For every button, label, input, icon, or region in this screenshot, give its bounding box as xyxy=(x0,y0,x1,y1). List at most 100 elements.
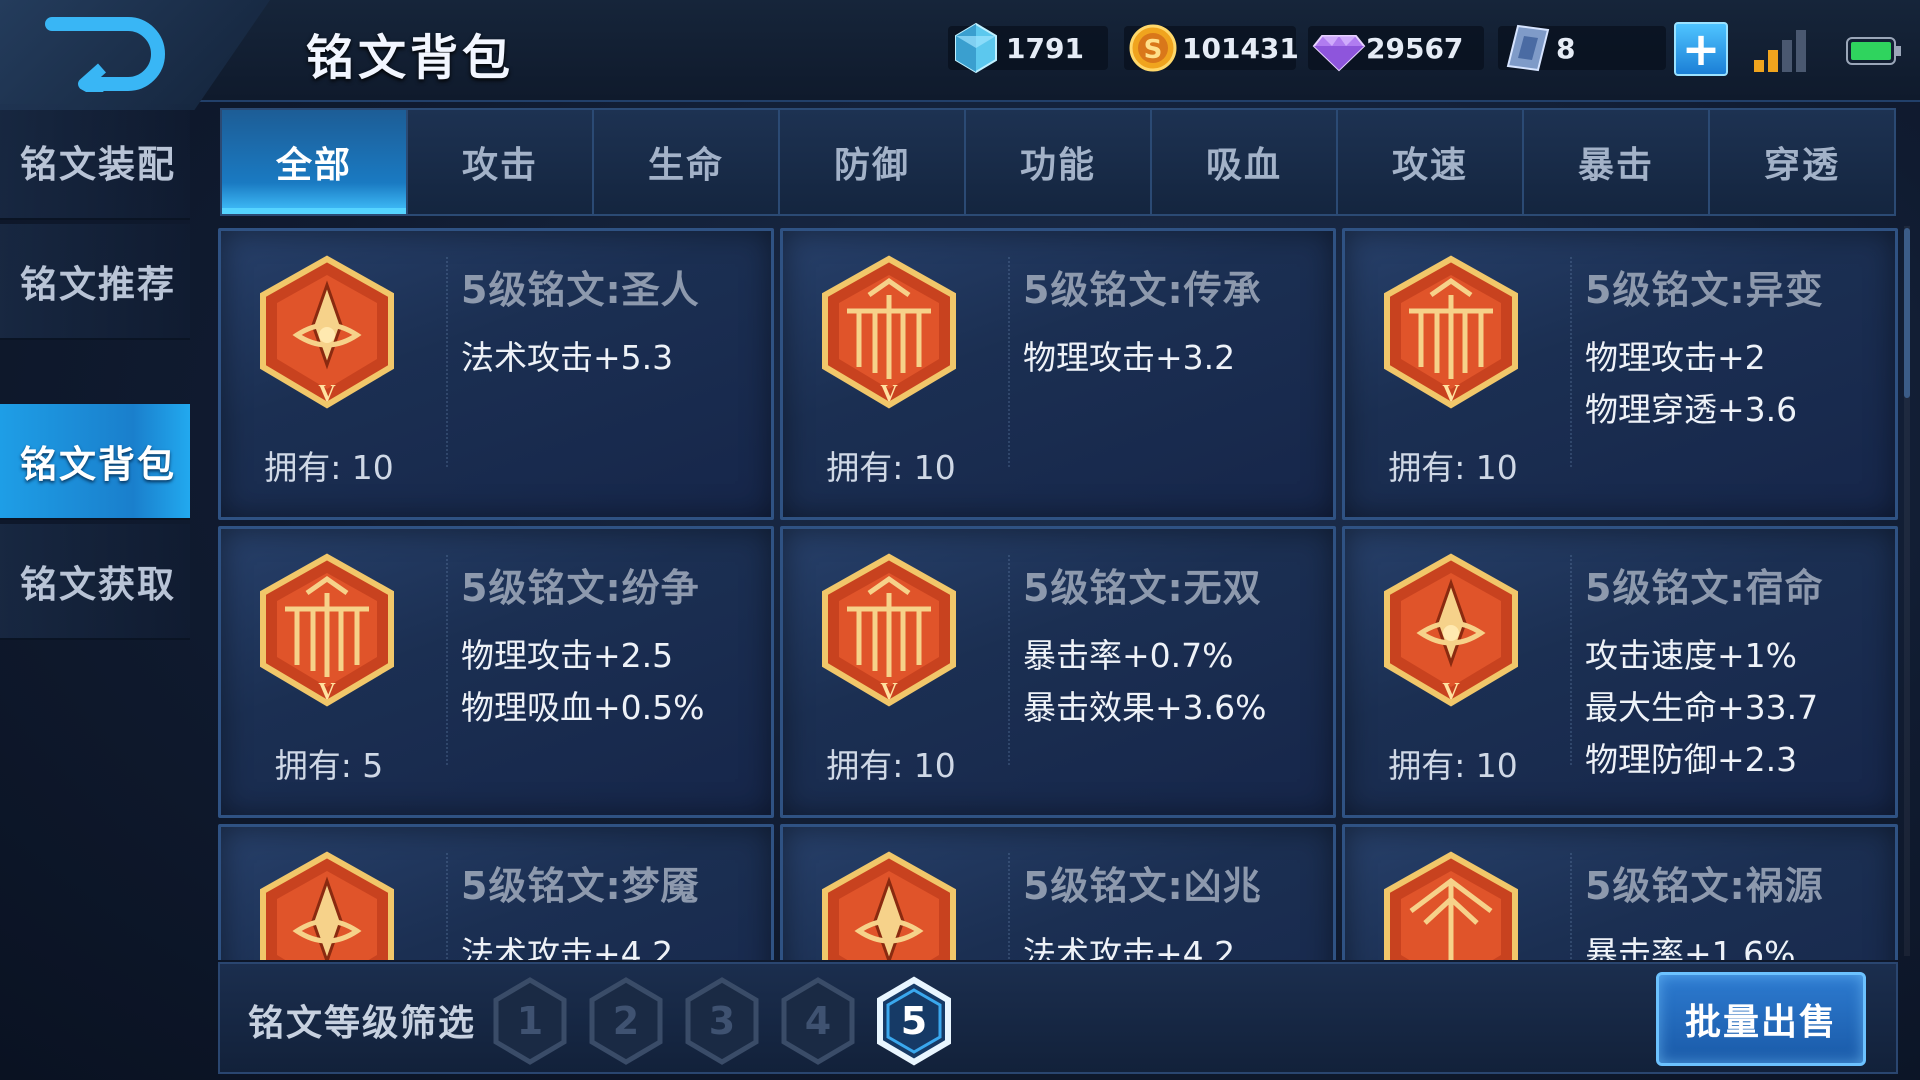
level-label: 5 xyxy=(901,999,927,1043)
svg-text:V: V xyxy=(1442,381,1460,407)
sidebar-item-label: 铭文装配 xyxy=(20,143,176,186)
svg-text:V: V xyxy=(880,679,898,705)
physical-rune-icon: V xyxy=(822,553,956,707)
rune-name: 5级铭文:圣人 xyxy=(461,268,700,312)
currency-gold: S 101431 xyxy=(1124,24,1299,72)
rune-card[interactable]: V 拥有: 10 5级铭文:宿命 攻击速度+1% 最大生命+33.7 物理防御+… xyxy=(1342,526,1898,818)
sidebar-item-rune-bag[interactable]: 铭文背包 xyxy=(0,404,190,520)
rune-name: 5级铭文:梦魇 xyxy=(461,864,700,908)
gold-coin-icon: S xyxy=(1129,24,1177,72)
level-filter-2[interactable]: 2 xyxy=(586,976,666,1066)
rune-card[interactable]: V 拥有: 10 5级铭文:圣人 法术攻击+5.3 xyxy=(218,228,774,520)
page-title: 铭文背包 xyxy=(306,30,515,86)
rune-fragment-count: 8 xyxy=(1556,31,1576,65)
level-label: 3 xyxy=(709,999,735,1043)
gold-count: 101431 xyxy=(1182,31,1299,65)
rune-grid: V 拥有: 10 5级铭文:圣人 法术攻击+5.3 V 拥有: 10 5级铭文:… xyxy=(218,224,1898,960)
sidebar-item-rune-obtain[interactable]: 铭文获取 xyxy=(0,524,190,640)
svg-text:V: V xyxy=(880,381,898,407)
rune-stat: 最大生命+33.7 xyxy=(1585,688,1819,727)
level-filter-5[interactable]: 5 xyxy=(874,976,954,1066)
rune-stat: 法术攻击+4.2 xyxy=(461,934,674,960)
diamond-count: 1791 xyxy=(1006,31,1084,65)
physical-rune-icon: V xyxy=(260,553,394,707)
top-bar: 铭文背包 1791 S 101431 29567 8 + xyxy=(0,0,1920,110)
tab-all[interactable]: 全部 xyxy=(222,110,408,214)
rune-name: 5级铭文:异变 xyxy=(1585,268,1824,312)
add-currency-button[interactable]: + xyxy=(1674,22,1728,76)
crit-rune-icon xyxy=(1384,851,1518,960)
tab-attack[interactable]: 攻击 xyxy=(408,110,594,214)
rune-stat: 物理吸血+0.5% xyxy=(461,688,705,727)
owned-count: 拥有: 5 xyxy=(274,746,384,785)
magic-rune-icon xyxy=(260,851,394,960)
sidebar: 铭文装配 铭文推荐 铭文背包 铭文获取 xyxy=(0,104,192,1080)
signal-icon xyxy=(1754,30,1806,72)
rune-card[interactable]: V 拥有: 5 5级铭文:纷争 物理攻击+2.5 物理吸血+0.5% xyxy=(218,526,774,818)
rune-fragment-icon xyxy=(1506,24,1550,72)
tab-utility[interactable]: 功能 xyxy=(966,110,1152,214)
level-filter-4[interactable]: 4 xyxy=(778,976,858,1066)
owned-count: 拥有: 10 xyxy=(826,448,956,487)
svg-text:V: V xyxy=(318,381,336,407)
level-label: 1 xyxy=(517,999,543,1043)
level-filter-3[interactable]: 3 xyxy=(682,976,762,1066)
rune-stat: 物理攻击+3.2 xyxy=(1023,338,1236,377)
rune-card[interactable]: V 拥有: 10 5级铭文:异变 物理攻击+2 物理穿透+3.6 xyxy=(1342,228,1898,520)
category-tabs: 全部 攻击 生命 防御 功能 吸血 攻速 暴击 穿透 xyxy=(220,108,1896,216)
purple-gem-icon xyxy=(1312,35,1366,72)
batch-sell-button[interactable]: 批量出售 xyxy=(1656,972,1866,1066)
currency-diamond: 1791 xyxy=(948,22,1108,74)
svg-text:V: V xyxy=(1442,679,1460,705)
rune-stat: 暴击率+0.7% xyxy=(1023,636,1234,675)
rune-name: 5级铭文:宿命 xyxy=(1585,566,1824,610)
svg-text:S: S xyxy=(1144,35,1163,65)
level-filter-1[interactable]: 1 xyxy=(490,976,570,1066)
diamond-icon xyxy=(955,22,997,74)
rune-stat: 物理防御+2.3 xyxy=(1585,740,1798,779)
purple-gem-count: 29567 xyxy=(1366,31,1464,65)
owned-count: 拥有: 10 xyxy=(264,448,394,487)
rune-card[interactable]: V 拥有: 10 5级铭文:传承 物理攻击+3.2 xyxy=(780,228,1336,520)
tab-penetration[interactable]: 穿透 xyxy=(1710,110,1894,214)
sidebar-item-rune-equip[interactable]: 铭文装配 xyxy=(0,104,190,220)
rune-card[interactable]: 5级铭文:凶兆 法术攻击+4.2 xyxy=(780,824,1336,960)
rune-stat: 物理攻击+2 xyxy=(1585,338,1766,377)
sidebar-item-label: 铭文背包 xyxy=(20,443,176,486)
tab-attack-speed[interactable]: 攻速 xyxy=(1338,110,1524,214)
level-label: 4 xyxy=(805,999,831,1043)
back-arrow-icon[interactable] xyxy=(40,12,170,92)
tab-defense[interactable]: 防御 xyxy=(780,110,966,214)
rune-name: 5级铭文:纷争 xyxy=(461,566,700,610)
rune-card[interactable]: V 拥有: 10 5级铭文:无双 暴击率+0.7% 暴击效果+3.6% xyxy=(780,526,1336,818)
owned-count: 拥有: 10 xyxy=(826,746,956,785)
svg-text:V: V xyxy=(318,679,336,705)
rune-stat: 法术攻击+5.3 xyxy=(461,338,674,377)
rune-card[interactable]: 5级铭文:祸源 暴击率+1.6% xyxy=(1342,824,1898,960)
magic-rune-icon: V xyxy=(1384,553,1518,707)
rune-stat: 法术攻击+4.2 xyxy=(1023,934,1236,960)
rune-name: 5级铭文:祸源 xyxy=(1585,864,1824,908)
rune-stat: 物理攻击+2.5 xyxy=(461,636,674,675)
sidebar-item-label: 铭文推荐 xyxy=(20,263,176,306)
tab-lifesteal[interactable]: 吸血 xyxy=(1152,110,1338,214)
rune-stat: 暴击效果+3.6% xyxy=(1023,688,1267,727)
currency-purple-gem: 29567 xyxy=(1308,26,1484,72)
rune-card[interactable]: 5级铭文:梦魇 法术攻击+4.2 xyxy=(218,824,774,960)
tab-health[interactable]: 生命 xyxy=(594,110,780,214)
rune-stat: 暴击率+1.6% xyxy=(1585,934,1796,960)
sidebar-item-rune-recommend[interactable]: 铭文推荐 xyxy=(0,224,190,340)
level-filter-label: 铭文等级筛选 xyxy=(248,1003,477,1044)
tab-crit[interactable]: 暴击 xyxy=(1524,110,1710,214)
rune-name: 5级铭文:无双 xyxy=(1023,566,1262,610)
bottom-bar: 铭文等级筛选 1 2 3 4 5 批量出售 xyxy=(218,962,1898,1074)
rune-name: 5级铭文:凶兆 xyxy=(1023,864,1262,908)
sidebar-item-label: 铭文获取 xyxy=(20,563,176,606)
magic-rune-icon: V xyxy=(260,255,394,409)
currency-rune-fragment: 8 xyxy=(1498,24,1666,72)
scrollbar-thumb[interactable] xyxy=(1904,228,1910,398)
level-label: 2 xyxy=(613,999,639,1043)
rune-name: 5级铭文:传承 xyxy=(1023,268,1262,312)
rune-stat: 物理穿透+3.6 xyxy=(1585,390,1798,429)
physical-rune-icon: V xyxy=(1384,255,1518,409)
